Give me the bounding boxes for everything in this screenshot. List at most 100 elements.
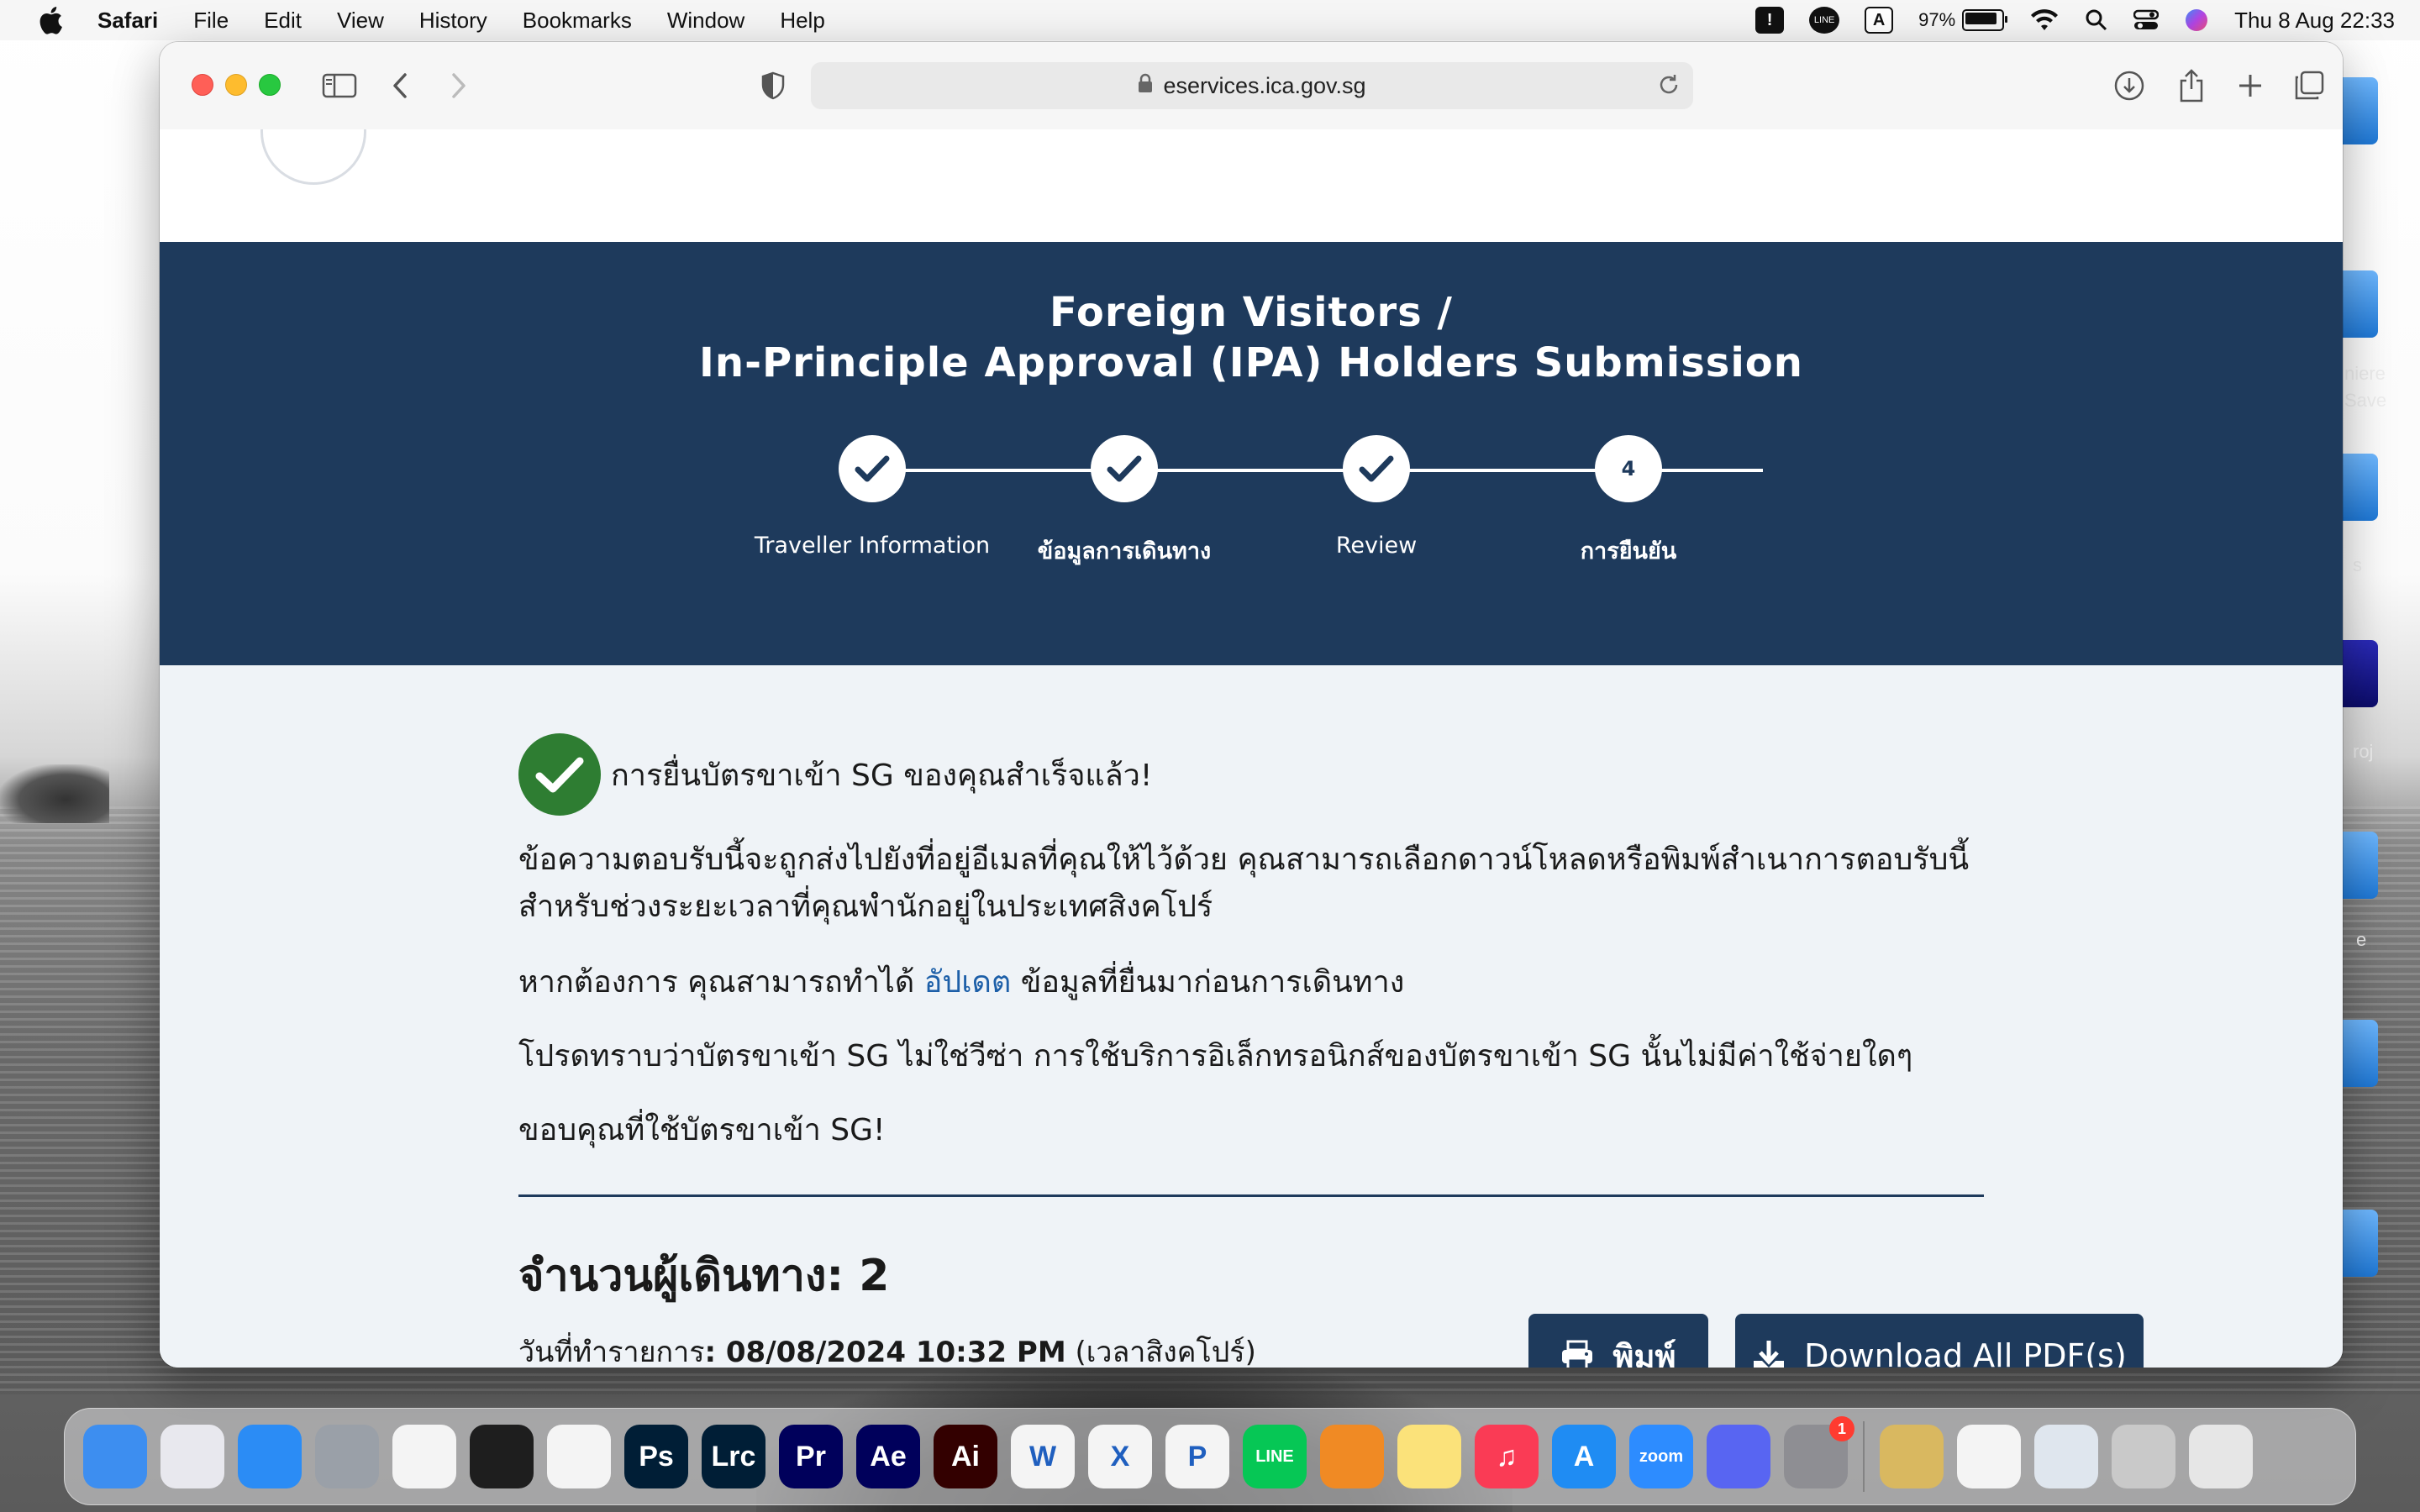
- desktop-item-label: Save: [2344, 390, 2387, 411]
- downloads-icon[interactable]: [2111, 67, 2148, 104]
- menu-history[interactable]: History: [419, 8, 487, 34]
- download-all-pdfs-button[interactable]: Download All PDF(s): [1735, 1314, 2144, 1368]
- keyboard-input-icon[interactable]: A: [1865, 7, 1894, 34]
- progress-stepper: 4 Traveller Information ข้อมูลการเดินทาง…: [160, 435, 2343, 603]
- step-3-label: Review: [1335, 533, 1418, 559]
- ica-logo[interactable]: [260, 129, 366, 185]
- battery-indicator[interactable]: 97%: [1918, 9, 2008, 31]
- transaction-date-value: : 08/08/2024 10:32 PM: [704, 1336, 1066, 1368]
- zoom-glyph: zoom: [1639, 1446, 1684, 1466]
- wifi-icon[interactable]: [2029, 8, 2060, 32]
- app-store-glyph: A: [1573, 1440, 1595, 1473]
- powerpoint-icon[interactable]: P: [1165, 1425, 1229, 1488]
- new-tab-icon[interactable]: [2232, 67, 2269, 104]
- success-check-icon: [518, 733, 601, 816]
- minimize-window-button[interactable]: [225, 74, 247, 96]
- photoshop-glyph: Ps: [639, 1440, 674, 1473]
- page-hero: Foreign Visitors / In-Principle Approval…: [160, 242, 2343, 665]
- trash-icon[interactable]: [2189, 1425, 2253, 1488]
- print-button[interactable]: พิมพ์: [1528, 1314, 1708, 1368]
- safari-icon[interactable]: [238, 1425, 302, 1488]
- apple-menu-icon[interactable]: [34, 3, 67, 37]
- after-effects-glyph: Ae: [870, 1440, 907, 1473]
- app-name-menu[interactable]: Safari: [97, 8, 158, 34]
- dock: Ps Lrc Pr Ae Ai W X P LINE ♫ Azoom 1: [64, 1408, 2356, 1505]
- app-store-icon[interactable]: A: [1552, 1425, 1616, 1488]
- photoshop-icon[interactable]: Ps: [624, 1425, 688, 1488]
- line-icon[interactable]: LINE: [1243, 1425, 1307, 1488]
- line-glyph: LINE: [1255, 1446, 1294, 1466]
- menu-edit[interactable]: Edit: [264, 8, 302, 34]
- section-divider: [518, 1194, 1984, 1197]
- acknowledgement-line2: สำหรับช่วงระยะเวลาที่คุณพำนักอยู่ในประเท…: [518, 890, 1213, 924]
- tab-overview-icon[interactable]: [2291, 67, 2328, 104]
- step-2-check-icon: [1091, 435, 1158, 502]
- spotlight-icon[interactable]: [2085, 8, 2108, 32]
- acknowledgement-line1: ข้อความตอบรับนี้จะถูกส่งไปยังที่อยู่อีเม…: [518, 843, 1970, 877]
- browser-toolbar: eservices.ica.gov.sg: [160, 42, 2343, 130]
- downloads-stack-icon[interactable]: [2112, 1425, 2175, 1488]
- illustrator-glyph: Ai: [951, 1440, 980, 1473]
- launchpad-icon[interactable]: [160, 1425, 224, 1488]
- lightroom-icon[interactable]: Lrc: [702, 1425, 765, 1488]
- finder-icon[interactable]: [83, 1425, 147, 1488]
- menu-help[interactable]: Help: [780, 8, 824, 34]
- desktop-item-label: roj: [2353, 741, 2374, 762]
- vscode-icon[interactable]: [392, 1425, 456, 1488]
- step-3-check-icon: [1343, 435, 1410, 502]
- desktop-item-label: niere: [2344, 363, 2386, 384]
- menu-view[interactable]: View: [337, 8, 384, 34]
- settings-icon[interactable]: [315, 1425, 379, 1488]
- line-icon[interactable]: LINE: [1809, 7, 1840, 34]
- google-drive-icon[interactable]: [1957, 1425, 2021, 1488]
- step-1-label: Traveller Information: [754, 533, 991, 559]
- powerpoint-glyph: P: [1187, 1440, 1207, 1473]
- share-icon[interactable]: [2173, 67, 2210, 104]
- sidebar-icon[interactable]: [321, 67, 358, 104]
- notes-icon[interactable]: [1397, 1425, 1461, 1488]
- control-center-icon[interactable]: [2133, 8, 2160, 32]
- word-glyph: W: [1028, 1440, 1057, 1473]
- back-icon[interactable]: [381, 67, 418, 104]
- menu-window[interactable]: Window: [667, 8, 744, 34]
- close-window-button[interactable]: [192, 74, 213, 96]
- page-title-line1: Foreign Visitors /: [1050, 289, 1453, 336]
- archive-icon[interactable]: [1880, 1425, 1944, 1488]
- premiere-icon[interactable]: Pr: [779, 1425, 843, 1488]
- preview-icon[interactable]: [2034, 1425, 2098, 1488]
- discord-icon[interactable]: [1707, 1425, 1770, 1488]
- reload-icon[interactable]: [1656, 72, 1681, 103]
- clock[interactable]: Thu 8 Aug 22:33: [2234, 8, 2395, 34]
- affinity-icon[interactable]: [1320, 1425, 1384, 1488]
- excel-icon[interactable]: X: [1088, 1425, 1152, 1488]
- update-link[interactable]: อัปเดต: [924, 965, 1012, 1000]
- print-label: พิมพ์: [1612, 1337, 1676, 1368]
- after-effects-icon[interactable]: Ae: [856, 1425, 920, 1488]
- menu-bookmarks[interactable]: Bookmarks: [523, 8, 632, 34]
- forward-icon[interactable]: [440, 67, 477, 104]
- acknowledgement-text: ข้อความตอบรับนี้จะถูกส่งไปยังที่อยู่อีเม…: [518, 837, 2031, 931]
- transaction-date-label: วันที่ทำรายการ: [518, 1336, 705, 1368]
- address-bar[interactable]: eservices.ica.gov.sg: [811, 62, 1693, 109]
- success-banner: การยื่นบัตรขาเข้า SG ของคุณสำเร็จแล้ว!: [518, 732, 1152, 816]
- privacy-shield-icon[interactable]: [755, 67, 792, 104]
- zoom-icon[interactable]: zoom: [1629, 1425, 1693, 1488]
- zoom-window-button[interactable]: [259, 74, 281, 96]
- step-4-label: การยืนยัน: [1580, 538, 1677, 564]
- web-page: Foreign Visitors / In-Principle Approval…: [160, 129, 2343, 1368]
- system-settings-icon[interactable]: 1: [1784, 1416, 1854, 1488]
- battery-percent: 97%: [1918, 9, 1956, 30]
- menu-bar: Safari File Edit View History Bookmarks …: [0, 0, 2420, 40]
- figma-icon[interactable]: [470, 1425, 534, 1488]
- word-icon[interactable]: W: [1011, 1425, 1075, 1488]
- chrome-icon[interactable]: [547, 1425, 611, 1488]
- thank-you-text: ขอบคุณที่ใช้บัตรขาเข้า SG!: [518, 1113, 886, 1147]
- music-icon[interactable]: ♫: [1475, 1425, 1539, 1488]
- success-message: การยื่นบัตรขาเข้า SG ของคุณสำเร็จแล้ว!: [611, 758, 1153, 793]
- siri-icon[interactable]: [2184, 8, 2209, 33]
- menu-file[interactable]: File: [193, 8, 229, 34]
- sidecar-icon[interactable]: !: [1755, 7, 1785, 34]
- transaction-date-suffix: (เวลาสิงคโปร์): [1065, 1336, 1256, 1368]
- illustrator-icon[interactable]: Ai: [934, 1425, 997, 1488]
- battery-icon: [1962, 9, 2008, 31]
